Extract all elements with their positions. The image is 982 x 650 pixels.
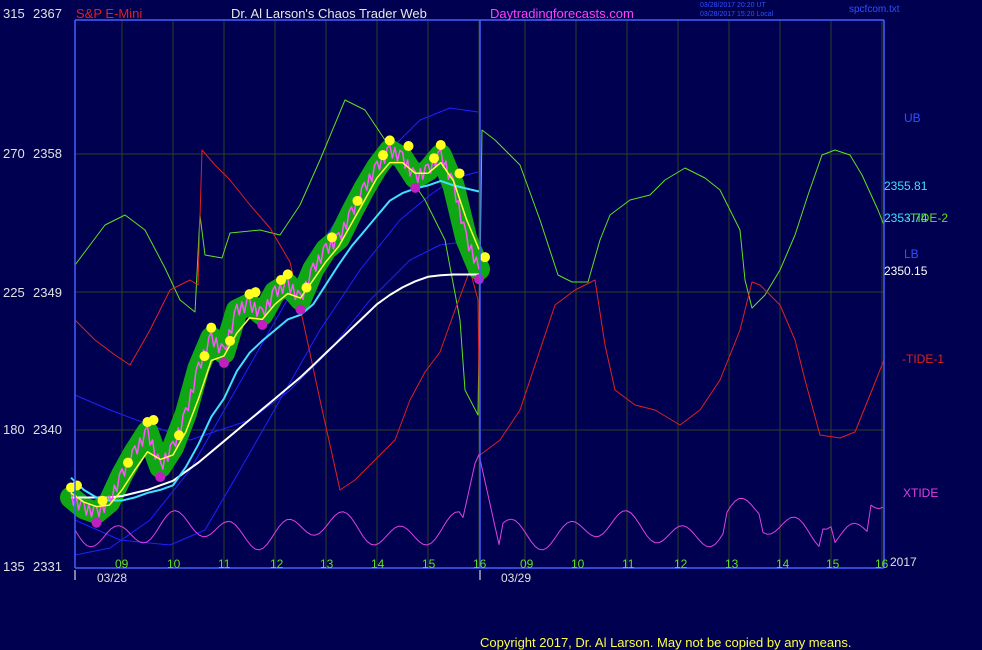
year-label: 2017 — [890, 555, 917, 569]
peak-dot — [199, 351, 210, 362]
y-price-label-2358: 2358 — [33, 146, 62, 161]
x-tick-label-13-b: 13 — [725, 557, 739, 571]
peak-dot — [384, 135, 395, 146]
peak-dot — [403, 141, 414, 152]
x-tick-label-09-a: 09 — [115, 557, 129, 571]
x-tick-label-09-b: 09 — [520, 557, 534, 571]
peak-dot — [206, 322, 217, 333]
lower-band-label: LB — [904, 247, 919, 261]
instrument-title: S&P E-Mini — [76, 6, 143, 21]
header-outer-value: 315 — [3, 6, 25, 21]
y-outer-label-180: 180 — [3, 422, 25, 437]
trough-dot — [410, 182, 421, 193]
x-tick-label-14-a: 14 — [371, 557, 385, 571]
page-title: Dr. Al Larson's Chaos Trader Web — [231, 6, 427, 21]
mid-average-value: 2355.81 — [884, 179, 928, 193]
trough-dot — [91, 517, 102, 528]
chart-background — [0, 0, 982, 650]
header-price-value: 2367 — [33, 6, 62, 21]
peak-dot — [378, 150, 388, 161]
peak-dot — [301, 282, 312, 293]
tide2-label: -TIDE-2 — [906, 211, 948, 225]
x-tick-label-10-a: 10 — [167, 557, 181, 571]
peak-dot — [429, 153, 439, 164]
y-price-label-2349: 2349 — [33, 285, 62, 300]
trough-dot — [219, 357, 229, 368]
x-tick-label-11-b: 11 — [622, 557, 635, 571]
timestamp-local: 03/28/2017 15:20 Local — [700, 11, 774, 18]
date-label-0328: 03/28 — [97, 571, 128, 585]
timestamp-ut: 03/28/2017 20:20 UT — [700, 2, 766, 9]
trough-dot — [295, 304, 306, 315]
x-tick-label-12-a: 12 — [270, 557, 284, 571]
peak-dot — [97, 495, 108, 506]
y-price-label-2331: 2331 — [33, 559, 62, 574]
y-outer-label-270: 270 — [3, 146, 25, 161]
x-tick-label-15-a: 15 — [422, 557, 436, 571]
peak-dot — [225, 335, 235, 346]
x-tick-label-11-a: 11 — [218, 557, 231, 571]
xtide-label: XTIDE — [903, 486, 939, 500]
peak-dot — [454, 168, 465, 179]
x-tick-label-13-a: 13 — [320, 557, 334, 571]
x-tick-label-16-a: 16 — [473, 557, 487, 571]
peak-dot — [174, 430, 184, 441]
y-price-label-2340: 2340 — [33, 422, 62, 437]
trough-dot — [155, 472, 166, 483]
peak-dot — [327, 232, 337, 243]
upper-band-label: UB — [904, 111, 921, 125]
y-outer-label-225: 225 — [3, 285, 25, 300]
peak-dot — [148, 415, 159, 426]
peak-dot — [480, 252, 490, 263]
source-file: spcfcom.txt — [849, 4, 900, 15]
peak-dot — [435, 140, 446, 150]
trough-dot — [474, 274, 484, 285]
tide1-label: -TIDE-1 — [902, 352, 944, 366]
slow-average-value: 2350.15 — [884, 264, 928, 278]
peak-dot — [72, 480, 82, 491]
x-tick-label-15-b: 15 — [826, 557, 840, 571]
peak-dot — [352, 195, 363, 206]
site-link[interactable]: Daytradingforecasts.com — [490, 7, 634, 20]
x-tick-label-12-b: 12 — [674, 557, 688, 571]
peak-dot — [123, 457, 133, 468]
copyright-notice: Copyright 2017, Dr. Al Larson. May not b… — [480, 635, 852, 650]
x-tick-label-16-b: 16 — [875, 557, 889, 571]
peak-dot — [282, 269, 293, 280]
peak-dot — [250, 287, 261, 298]
x-tick-label-14-b: 14 — [776, 557, 790, 571]
chart-canvas — [0, 0, 982, 650]
x-tick-label-10-b: 10 — [571, 557, 585, 571]
y-outer-label-135: 135 — [3, 559, 25, 574]
trough-dot — [257, 319, 268, 330]
date-label-0329: 03/29 — [501, 571, 532, 585]
